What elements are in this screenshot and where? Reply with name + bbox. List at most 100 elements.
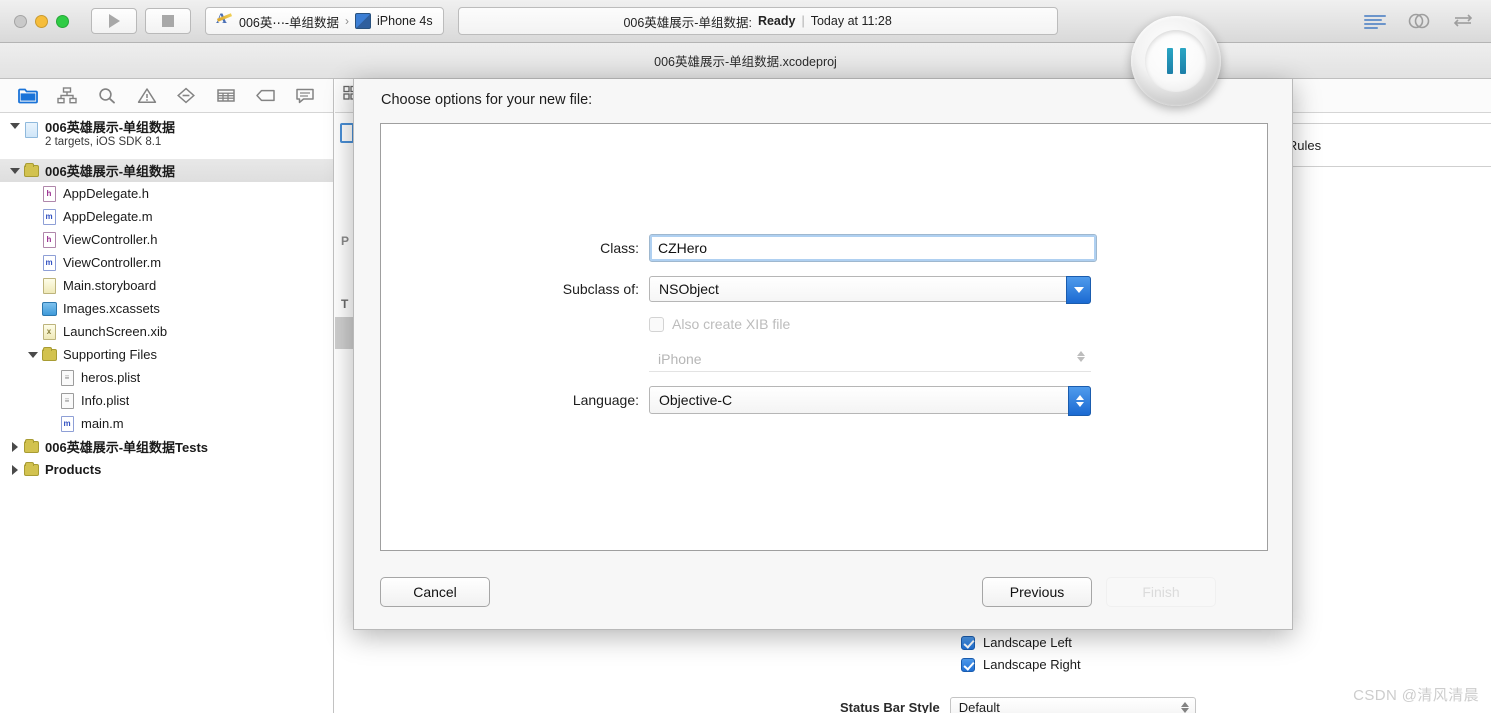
build-rules-tab[interactable]: d Rules: [1273, 123, 1491, 167]
subclass-combobox[interactable]: NSObject: [649, 276, 1091, 304]
xcodeproj-icon: [22, 122, 40, 138]
tree-row-label: Images.xcassets: [63, 301, 160, 316]
editor-left-gutter: [335, 113, 355, 713]
stepper-icon: [1180, 702, 1189, 713]
tree-row-label: Products: [45, 462, 102, 477]
device-orientation-section: Landscape Left Landscape Right Status Ba…: [335, 625, 1491, 713]
previous-button[interactable]: Previous: [982, 577, 1092, 607]
run-stop-group: [91, 8, 191, 34]
landscape-right-row[interactable]: Landscape Right: [961, 657, 1081, 672]
close-window-button[interactable]: [14, 14, 27, 28]
new-file-form: Class: Subclass of: NSObject: [381, 234, 1267, 428]
scheme-selector[interactable]: 006英⋯-单组数据 › iPhone 4s: [205, 7, 444, 35]
find-navigator-icon[interactable]: [87, 81, 127, 111]
disclosure-triangle[interactable]: [8, 464, 22, 475]
language-select[interactable]: Objective-C: [649, 386, 1091, 416]
pause-icon: [1145, 30, 1207, 92]
chevron-down-icon[interactable]: [1066, 276, 1091, 304]
tree-row[interactable]: x LaunchScreen.xib: [0, 320, 333, 343]
device-select-disabled: iPhone: [649, 346, 1091, 372]
also-create-xib-checkbox: [649, 316, 664, 332]
tree-row[interactable]: 006英雄展示-单组数据: [0, 159, 333, 182]
tree-row[interactable]: h AppDelegate.h: [0, 182, 333, 205]
tree-row-label: LaunchScreen.xib: [63, 324, 168, 339]
popup-stepper-icon[interactable]: [1068, 386, 1091, 416]
tree-row[interactable]: 006英雄展示-单组数据Tests: [0, 435, 333, 458]
tree-row-label: ViewController.m: [63, 255, 162, 270]
version-editor-icon[interactable]: [1451, 11, 1475, 31]
status-state: Ready: [757, 14, 796, 28]
language-label: Language:: [572, 392, 639, 408]
tree-row[interactable]: Supporting Files: [0, 343, 333, 366]
disclosure-triangle[interactable]: [8, 123, 22, 129]
standard-editor-icon[interactable]: [1363, 11, 1387, 31]
symbol-navigator-icon[interactable]: [48, 81, 88, 111]
dialog-button-bar: Cancel Previous Finish: [354, 577, 1292, 607]
tree-row[interactable]: h ViewController.h: [0, 228, 333, 251]
zoom-window-button[interactable]: [56, 14, 69, 28]
xcode-window: 006英⋯-单组数据 › iPhone 4s 006英雄展示-单组数据: Rea…: [0, 0, 1491, 713]
play-icon: [108, 14, 120, 28]
editor-selection-box: [340, 123, 354, 143]
landscape-left-label: Landscape Left: [983, 635, 1072, 650]
project-navigator-icon[interactable]: [8, 81, 48, 111]
landscape-right-checkbox[interactable]: [961, 657, 975, 672]
status-bar-style-row: Status Bar Style Default: [840, 697, 1196, 713]
tree-row-label: AppDelegate.m: [63, 209, 153, 224]
watermark: CSDN @清风清晨: [1353, 687, 1479, 704]
disclosure-triangle[interactable]: [26, 351, 40, 358]
file-type-icon: [40, 277, 58, 294]
disclosure-triangle[interactable]: [8, 167, 22, 174]
breakpoint-navigator-icon[interactable]: [246, 81, 286, 111]
assistant-editor-icon[interactable]: [1407, 11, 1431, 31]
cancel-button[interactable]: Cancel: [380, 577, 490, 607]
subclass-label: Subclass of:: [562, 281, 639, 297]
tree-root-project[interactable]: 006英雄展示-单组数据 2 targets, iOS SDK 8.1: [0, 119, 333, 159]
scheme-separator: ›: [345, 14, 350, 28]
status-divider: |: [801, 14, 805, 28]
language-field-row: Language: Objective-C: [381, 386, 1267, 416]
file-type-icon: [22, 438, 40, 453]
xib-checkbox-row: Also create XIB file: [381, 316, 1267, 332]
tree-row[interactable]: m ViewController.m: [0, 251, 333, 274]
debug-navigator-icon[interactable]: [206, 81, 246, 111]
editor-ghost-block: [335, 317, 355, 349]
file-type-icon: h: [40, 231, 58, 248]
tree-row-label: 006英雄展示-单组数据: [45, 164, 176, 179]
main-toolbar: 006英⋯-单组数据 › iPhone 4s 006英雄展示-单组数据: Rea…: [0, 0, 1491, 43]
tree-row[interactable]: m main.m: [0, 412, 333, 435]
class-input[interactable]: [649, 234, 1097, 262]
dialog-options-panel: Class: Subclass of: NSObject: [380, 123, 1268, 551]
tree-row[interactable]: Products: [0, 458, 333, 481]
stop-icon: [162, 15, 174, 27]
tree-row[interactable]: m AppDelegate.m: [0, 205, 333, 228]
landscape-left-checkbox[interactable]: [961, 635, 975, 650]
status-bar-style-select[interactable]: Default: [949, 697, 1196, 713]
project-name: 006英雄展示-单组数据: [45, 120, 176, 135]
run-button[interactable]: [91, 8, 137, 34]
tree-row[interactable]: ≡ heros.plist: [0, 366, 333, 389]
class-label: Class:: [600, 240, 639, 256]
status-project-name: 006英雄展示-单组数据:: [623, 15, 752, 30]
tree-row-label: Info.plist: [81, 393, 130, 408]
subclass-field-row: Subclass of: NSObject: [381, 276, 1267, 304]
file-type-icon: [22, 162, 40, 177]
test-navigator-icon[interactable]: [167, 81, 207, 111]
also-create-xib-control: Also create XIB file: [649, 316, 1267, 332]
landscape-left-row[interactable]: Landscape Left: [961, 635, 1081, 650]
xcode-project-icon: [216, 11, 233, 30]
tree-row[interactable]: Main.storyboard: [0, 274, 333, 297]
tree-row[interactable]: ≡ Info.plist: [0, 389, 333, 412]
disclosure-triangle[interactable]: [8, 441, 22, 452]
file-type-icon: [22, 461, 40, 476]
editor-ghost-p: P: [341, 234, 350, 248]
stop-button[interactable]: [145, 8, 191, 34]
issue-navigator-icon[interactable]: [127, 81, 167, 111]
scheme-device-label: iPhone 4s: [377, 14, 433, 28]
report-navigator-icon[interactable]: [285, 81, 325, 111]
status-timestamp: Today at 11:28: [810, 14, 892, 28]
minimize-window-button[interactable]: [35, 14, 48, 28]
tree-row[interactable]: Images.xcassets: [0, 297, 333, 320]
stepper-icon: [1077, 351, 1085, 362]
tree-row-label: heros.plist: [81, 370, 141, 385]
